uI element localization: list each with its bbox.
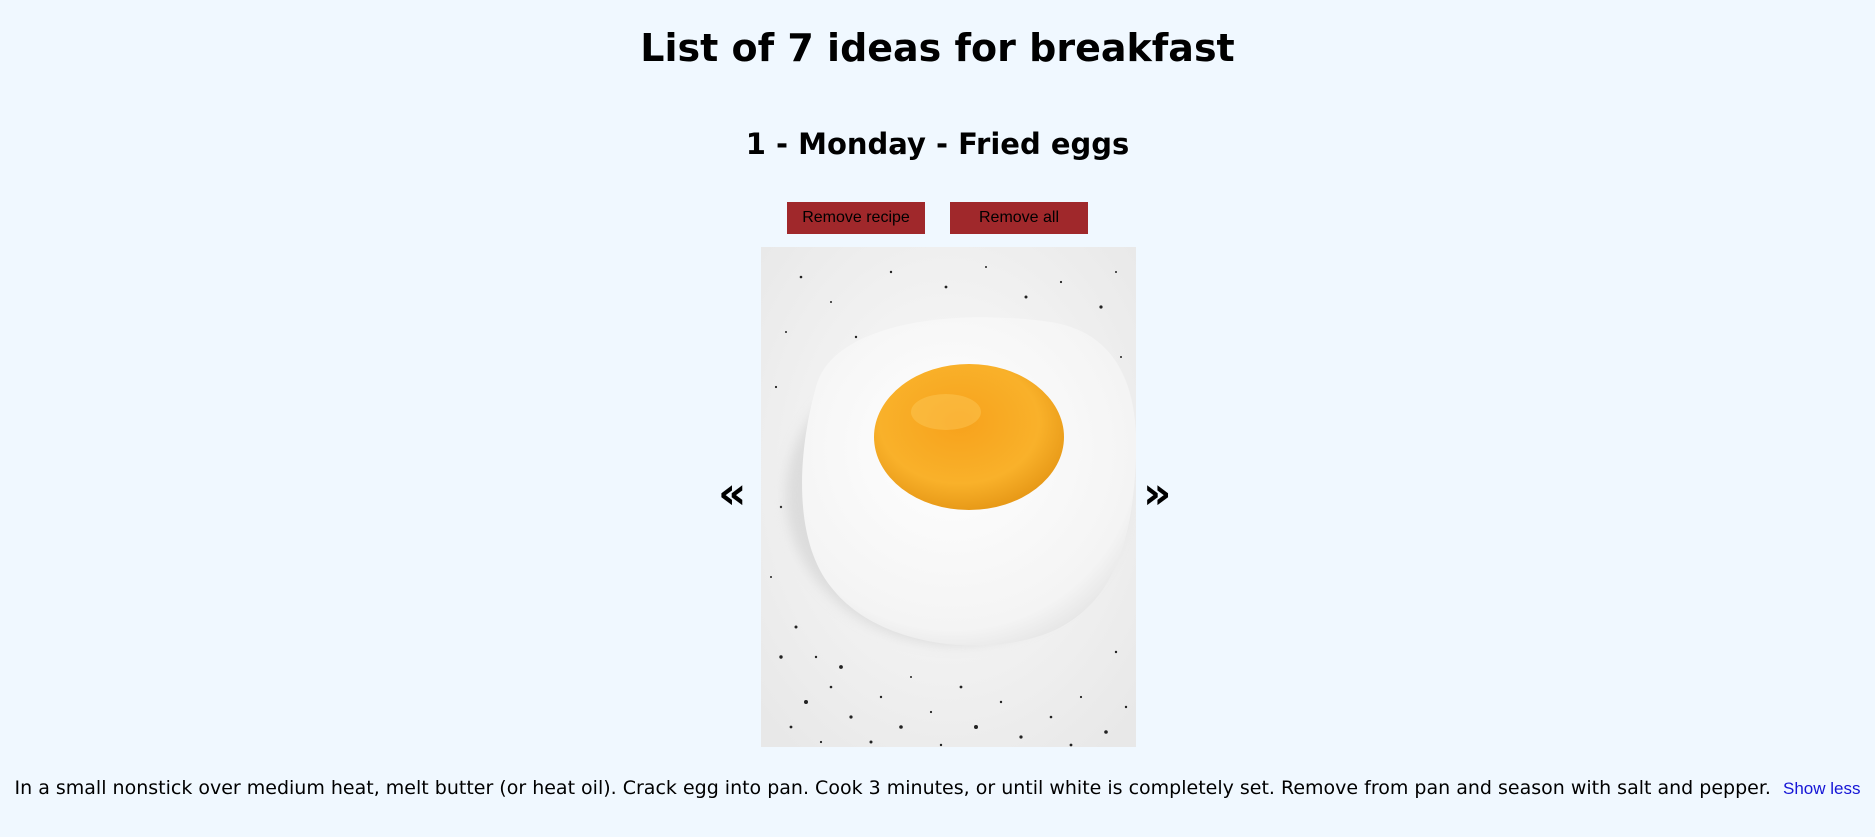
recipe-description-text: In a small nonstick over medium heat, me… — [14, 777, 1771, 799]
page-title: List of 7 ideas for breakfast — [640, 26, 1235, 70]
recipe-actions: Remove recipe Remove all — [0, 202, 1875, 234]
recipe-description: In a small nonstick over medium heat, me… — [0, 774, 1875, 803]
recipe-title: 1 - Monday - Fried eggs — [745, 127, 1130, 161]
remove-all-button[interactable]: Remove all — [950, 202, 1088, 234]
recipe-image — [761, 247, 1136, 747]
recipe-carousel: « » — [0, 247, 1875, 747]
next-arrow-icon[interactable]: » — [1143, 469, 1171, 519]
egg-yolk — [874, 364, 1064, 510]
previous-arrow-icon[interactable]: « — [718, 469, 746, 519]
remove-recipe-button[interactable]: Remove recipe — [787, 202, 925, 234]
show-less-link[interactable]: Show less — [1783, 779, 1860, 798]
